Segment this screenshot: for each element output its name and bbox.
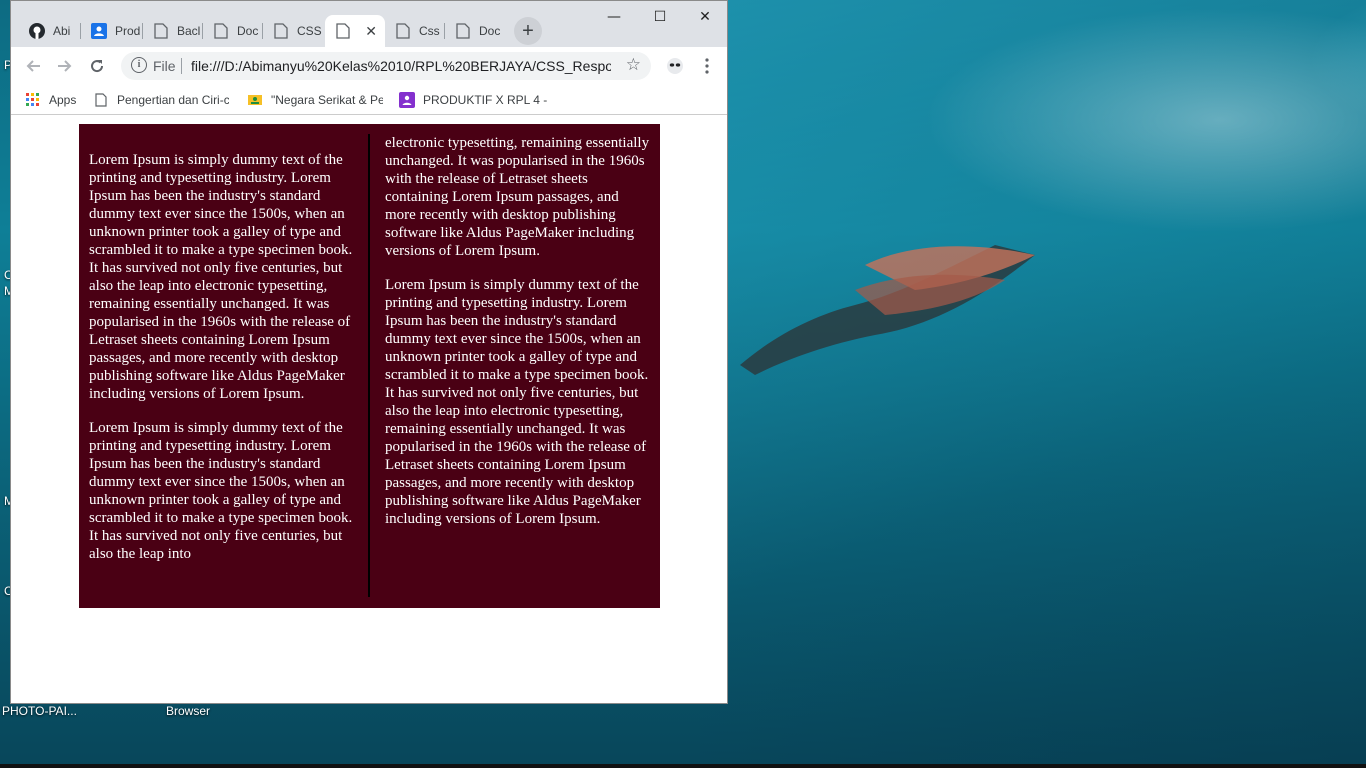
bookmark-label: Pengertian dan Ciri-ci [117,93,229,107]
tab-label: Prod [115,24,141,38]
right-column: electronic typesetting, remaining essent… [385,134,651,544]
apps-grid-icon [25,92,41,108]
paragraph: Lorem Ipsum is simply dummy text of the … [89,152,353,402]
browser-window: Abi Prod Bacl Doc CSS ✕ Css Doc + — ☐ ✕ … [10,0,728,704]
bookmark-label: "Negara Serikat & Pe [271,93,383,107]
info-icon[interactable]: i [131,57,147,73]
new-tab-button[interactable]: + [514,17,542,45]
tab-label: Css [419,24,440,38]
address-url[interactable]: file:///D:/Abimanyu%20Kelas%2010/RPL%20B… [191,58,611,74]
tab-page[interactable]: CSS [263,15,325,47]
bookmark-apps[interactable]: Apps [25,91,85,109]
page-icon [93,92,109,108]
tab-active[interactable]: ✕ [325,15,385,47]
maximize-button[interactable]: ☐ [637,3,683,31]
extension-icon[interactable] [662,53,688,79]
bookmark-label: PRODUKTIF X RPL 4 - [423,93,548,107]
tab-page[interactable]: Doc [203,15,263,47]
github-icon [29,23,45,39]
ocean-light-rays [700,0,1366,768]
more-menu-icon[interactable] [694,53,720,79]
minimize-button[interactable]: — [591,3,637,31]
close-window-button[interactable]: ✕ [682,3,727,31]
tab-label: CSS [297,24,322,38]
tab-label: Doc [237,24,259,38]
page-icon [213,23,229,39]
desktop-icon-photo-paint[interactable]: PHOTO-PAI... [2,704,77,718]
tab-page[interactable]: Css [385,15,445,47]
bookmark-produktif[interactable]: PRODUKTIF X RPL 4 - [399,91,549,109]
page-icon [273,23,289,39]
forward-arrow-icon[interactable] [52,53,78,79]
desktop-icon-browser[interactable]: Browser [166,704,210,718]
back-arrow-icon[interactable] [20,53,46,79]
page-icon [455,23,471,39]
tab-label: Doc [479,24,501,38]
bookmark-pengertian[interactable]: Pengertian dan Ciri-ci [93,91,229,109]
reload-icon[interactable] [84,53,110,79]
navigation-toolbar: i File file:///D:/Abimanyu%20Kelas%2010/… [11,47,727,85]
paragraph: Lorem Ipsum is simply dummy text of the … [89,420,353,562]
address-scheme: File [153,58,176,74]
address-bar[interactable]: i File file:///D:/Abimanyu%20Kelas%2010/… [121,52,651,80]
bookmark-negara[interactable]: "Negara Serikat & Pe [247,91,383,109]
tab-page[interactable]: Bacl [143,15,203,47]
bookmark-label: Apps [49,93,77,107]
diver-graphic [740,245,1035,375]
tab-label: Bacl [177,24,201,38]
page-icon [153,23,169,39]
tab-strip: Abi Prod Bacl Doc CSS ✕ Css Doc + — ☐ ✕ [11,1,727,47]
classroom-icon [247,92,263,108]
tab-page[interactable]: Doc [445,15,507,47]
page-icon [395,23,411,39]
tab-profile[interactable]: Prod [81,15,143,47]
close-tab-icon[interactable]: ✕ [365,23,377,40]
purple-icon [399,92,415,108]
left-column: Lorem Ipsum is simply dummy text of the … [89,151,355,579]
bookmark-star-icon[interactable]: ☆ [626,55,641,75]
paragraph: Lorem Ipsum is simply dummy text of the … [385,277,649,527]
page-icon [335,23,351,39]
bookmarks-bar: Apps Pengertian dan Ciri-ci "Negara Seri… [11,85,727,115]
tab-github[interactable]: Abi [19,15,81,47]
multi-column-article: Lorem Ipsum is simply dummy text of the … [79,124,660,608]
taskbar [0,764,1366,768]
profile-icon [91,23,107,39]
column-rule [368,134,370,597]
paragraph: electronic typesetting, remaining essent… [385,135,650,259]
tab-label: Abi [53,24,71,38]
page-viewport: Lorem Ipsum is simply dummy text of the … [11,115,727,703]
